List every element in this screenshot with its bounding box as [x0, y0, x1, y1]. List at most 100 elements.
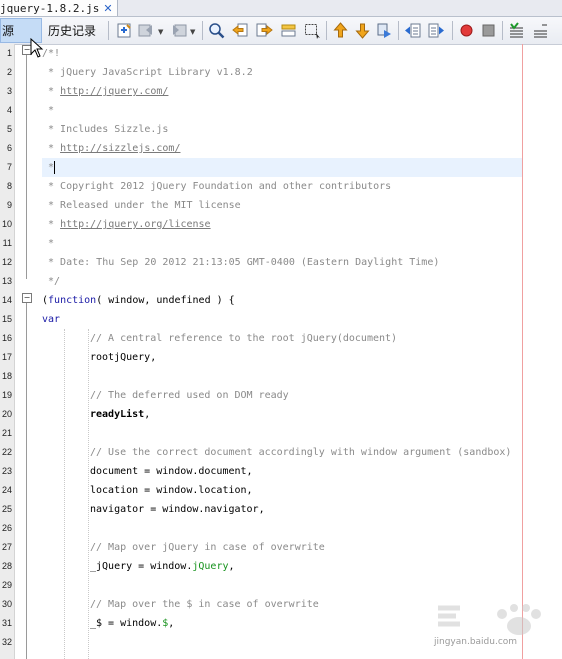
editor-toolbar: 源 历史记录 ▼ ▼ — [0, 17, 562, 45]
line-number: 14 — [1, 295, 12, 305]
line-number: 25 — [1, 504, 12, 514]
code-line-9: * Released under the MIT license — [42, 200, 241, 211]
fold-range-line — [26, 55, 27, 279]
toolbar-separator — [398, 21, 399, 40]
close-icon[interactable]: ✕ — [103, 2, 112, 15]
find-previous-icon[interactable] — [232, 22, 249, 39]
code-line-30: // Map over the $ in case of overwrite — [90, 599, 319, 610]
toggle-bookmark-icon[interactable] — [376, 22, 393, 39]
jquery-link[interactable]: http://jquery.com/ — [60, 86, 168, 97]
line-number: 16 — [1, 333, 12, 343]
license-link[interactable]: http://jquery.org/license — [60, 219, 211, 230]
line-number: 15 — [1, 314, 12, 324]
line-number: 2 — [6, 67, 12, 77]
line-number: 31 — [1, 618, 12, 628]
toggle-highlight-icon[interactable] — [280, 22, 297, 39]
indent-guide — [88, 329, 89, 659]
line-number: 20 — [1, 409, 12, 419]
line-number: 3 — [6, 86, 12, 96]
line-number: 27 — [1, 542, 12, 552]
next-bookmark-icon[interactable] — [354, 22, 371, 39]
start-macro-recording-icon[interactable] — [458, 22, 475, 39]
code-line-3: * http://jquery.com/ — [42, 86, 169, 97]
line-number: 17 — [1, 352, 12, 362]
code-line-28: _jQuery = window.jQuery, — [90, 561, 235, 572]
line-number: 28 — [1, 561, 12, 571]
uncomment-icon[interactable] — [532, 22, 549, 39]
back-icon[interactable] — [138, 22, 155, 39]
code-line-14: (function( window, undefined ) { — [42, 295, 235, 306]
line-number: 29 — [1, 580, 12, 590]
find-next-icon[interactable] — [256, 22, 273, 39]
forward-icon[interactable] — [170, 22, 187, 39]
line-number: 26 — [1, 523, 12, 533]
code-line-1: /*! — [42, 48, 61, 59]
code-line-31: _$ = window.$, — [90, 618, 175, 629]
line-number: 7 — [6, 162, 12, 172]
mouse-pointer-icon — [30, 38, 44, 58]
line-number: 9 — [6, 200, 12, 210]
editor-tab-bar: jquery-1.8.2.js ✕ — [0, 0, 562, 17]
toolbar-separator — [452, 21, 453, 40]
select-rectangle-icon[interactable] — [304, 22, 321, 39]
code-line-20: readyList, — [90, 409, 151, 420]
line-number: 22 — [1, 447, 12, 457]
code-line-10: * http://jquery.org/license — [42, 219, 211, 230]
line-number: 13 — [1, 276, 12, 286]
forward-dropdown-icon[interactable]: ▼ — [190, 28, 195, 36]
code-line-17: rootjQuery, — [90, 352, 157, 363]
code-line-6: * http://sizzlejs.com/ — [42, 143, 181, 154]
right-margin-line — [522, 44, 523, 659]
code-line-19: // The deferred used on DOM ready — [90, 390, 289, 401]
toolbar-separator — [202, 21, 203, 40]
line-number: 11 — [2, 238, 12, 248]
code-line-16: // A central reference to the root jQuer… — [90, 333, 398, 344]
line-number: 12 — [1, 257, 12, 267]
line-number: 32 — [1, 637, 12, 647]
code-line-15: var — [42, 314, 61, 325]
history-view-button[interactable]: 历史记录 — [48, 18, 96, 43]
shift-right-icon[interactable] — [428, 22, 445, 39]
text-caret — [54, 161, 55, 174]
watermark-text: jingyan.baidu.com — [434, 637, 518, 647]
back-dropdown-icon[interactable]: ▼ — [158, 28, 163, 36]
code-line-25: navigator = window.navigator, — [90, 504, 265, 515]
line-number: 10 — [1, 219, 12, 229]
toolbar-separator — [326, 21, 327, 40]
code-line-24: location = window.location, — [90, 485, 253, 496]
line-number: 6 — [6, 143, 12, 153]
last-edit-icon[interactable] — [116, 22, 133, 39]
line-number: 5 — [6, 124, 12, 134]
line-number: 19 — [1, 390, 12, 400]
line-number: 21 — [1, 428, 12, 438]
code-line-23: document = window.document, — [90, 466, 253, 477]
tab-title: jquery-1.8.2.js — [0, 1, 100, 15]
stop-macro-recording-icon[interactable] — [480, 22, 497, 39]
fold-collapse-icon[interactable]: − — [22, 293, 32, 303]
sizzle-link[interactable]: http://sizzlejs.com/ — [60, 143, 180, 154]
history-view-label: 历史记录 — [48, 24, 97, 38]
toolbar-separator — [108, 21, 109, 40]
fold-range-line — [26, 303, 27, 659]
code-line-2: * jQuery JavaScript Library v1.8.2 — [42, 67, 253, 78]
comment-icon[interactable] — [508, 22, 525, 39]
code-line-7-current: * — [42, 158, 522, 177]
code-line-8: * Copyright 2012 jQuery Foundation and o… — [42, 181, 392, 192]
line-number: 30 — [1, 599, 12, 609]
find-icon[interactable] — [208, 22, 225, 39]
toolbar-separator — [502, 21, 503, 40]
code-line-27: // Map over jQuery in case of overwrite — [90, 542, 325, 553]
code-line-22: // Use the correct document accordingly … — [90, 447, 512, 458]
line-number: 4 — [6, 105, 12, 115]
line-number: 8 — [6, 181, 12, 191]
code-editor[interactable]: /*! * jQuery JavaScript Library v1.8.2 *… — [42, 44, 562, 659]
tab-jquery-file[interactable]: jquery-1.8.2.js ✕ — [0, 0, 118, 16]
previous-bookmark-icon[interactable] — [332, 22, 349, 39]
shift-left-icon[interactable] — [404, 22, 421, 39]
line-number: 23 — [1, 466, 12, 476]
code-line-4: * — [42, 105, 55, 116]
line-number: 24 — [1, 485, 12, 495]
code-line-12: * Date: Thu Sep 20 2012 21:13:05 GMT-040… — [42, 257, 440, 268]
code-line-11: * — [42, 238, 55, 249]
indent-guide — [64, 329, 65, 659]
